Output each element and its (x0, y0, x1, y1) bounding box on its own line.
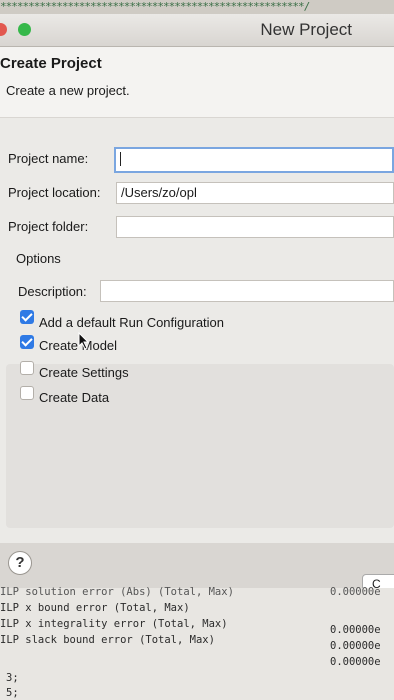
create-data-label: Create Data (39, 390, 110, 405)
window-titlebar: New Project (0, 14, 394, 47)
create-settings-checkbox[interactable] (20, 361, 34, 375)
gutter-line: 5; (6, 687, 19, 699)
console-value: 0.00000e (330, 586, 381, 598)
console-output: ILP solution error (Abs) (Total, Max) IL… (0, 586, 394, 700)
description-input[interactable] (100, 280, 394, 302)
console-value: 0.00000e (330, 640, 381, 652)
console-line: ILP slack bound error (Total, Max) (0, 634, 215, 646)
default-run-config-checkbox[interactable] (20, 310, 34, 324)
text-caret (120, 152, 121, 166)
gutter-line: 3; (6, 672, 19, 684)
zoom-window-button[interactable] (18, 23, 31, 36)
project-name-label: Project name: (8, 151, 89, 166)
default-run-config-label: Add a default Run Configuration (39, 315, 225, 330)
window-title: New Project (260, 20, 352, 39)
console-value: 0.00000e (330, 624, 381, 636)
project-folder-label: Project folder: (8, 219, 89, 234)
options-heading: Options (16, 251, 61, 266)
options-panel (6, 364, 394, 528)
dialog-subtitle: Create a new project. (6, 83, 130, 98)
project-name-input[interactable] (114, 147, 394, 173)
console-line: ILP x integrality error (Total, Max) (0, 618, 228, 630)
project-location-label: Project location: (8, 185, 101, 200)
project-location-input[interactable]: /Users/zo/opl (116, 182, 394, 204)
help-button[interactable]: ? (8, 551, 32, 575)
dialog-header: Create Project Create a new project. (0, 47, 394, 117)
project-folder-input[interactable] (116, 216, 394, 238)
console-value: 0.00000e (330, 656, 381, 668)
dialog-title: Create Project (0, 55, 102, 72)
description-label: Description: (18, 284, 87, 299)
create-data-checkbox[interactable] (20, 386, 34, 400)
close-window-button[interactable] (0, 23, 7, 36)
console-line: ILP solution error (Abs) (Total, Max) (0, 586, 234, 598)
console-line: ILP x bound error (Total, Max) (0, 602, 190, 614)
terminal-comment-strip: ****************************************… (0, 0, 394, 14)
mouse-pointer-icon (78, 332, 90, 350)
create-settings-label: Create Settings (39, 365, 129, 380)
create-model-checkbox[interactable] (20, 335, 34, 349)
dialog-content: Project name: Project location: /Users/z… (0, 118, 394, 543)
